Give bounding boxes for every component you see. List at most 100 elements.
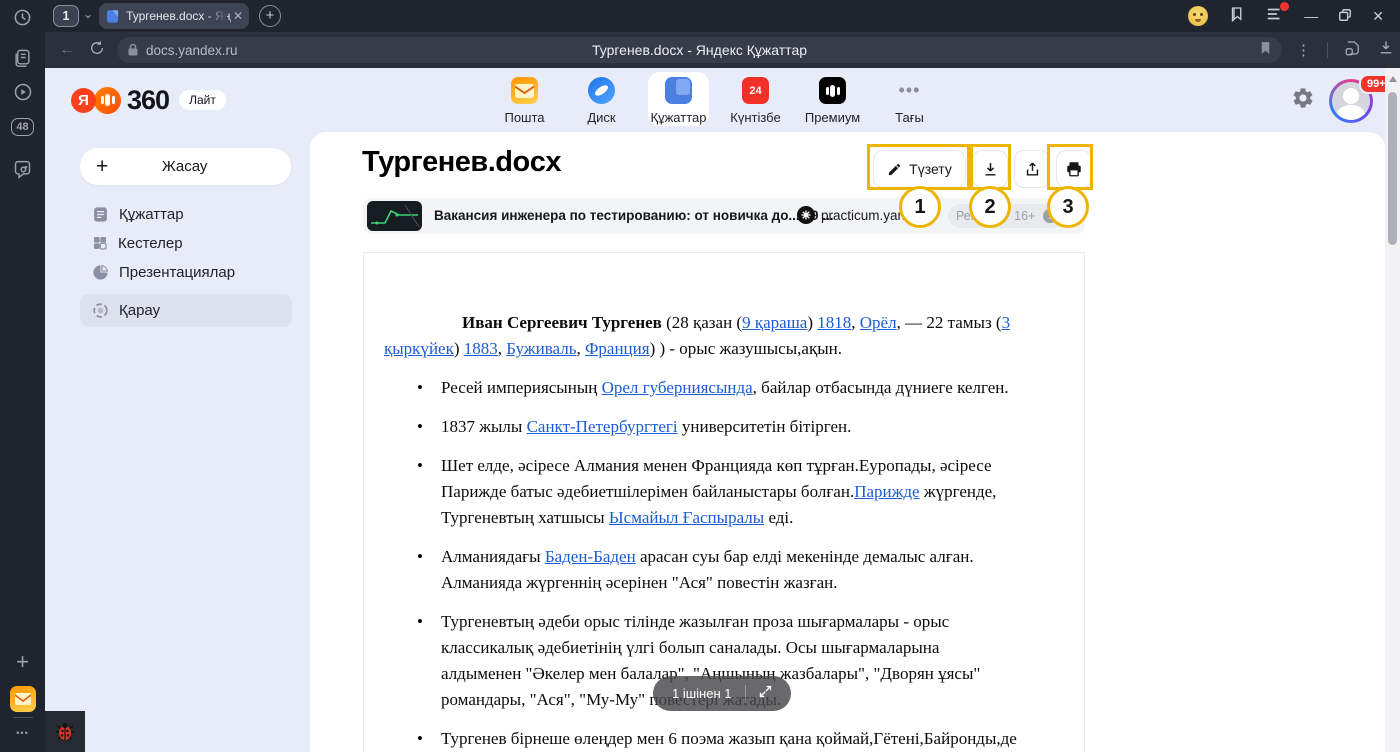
bullet-item: •Шет елде, әсіресе Алмания менен Франция…: [384, 453, 1022, 531]
rail-plus-icon[interactable]: +: [0, 650, 45, 674]
notification-dot: [1280, 2, 1289, 11]
active-tab[interactable]: Тургенев.docx - Яндекс ✕: [99, 3, 249, 29]
minimize-button[interactable]: —: [1304, 8, 1318, 24]
bullet-item: •1837 жылы Санкт-Петербургтегі университ…: [384, 414, 1022, 440]
premium-icon: [819, 77, 846, 104]
history-icon[interactable]: [0, 5, 45, 29]
sidebar-item-presentations[interactable]: Презентациялар: [80, 257, 292, 287]
document-link[interactable]: Баден-Баден: [545, 547, 636, 566]
urlbar-kebab-icon[interactable]: ⋮: [1296, 41, 1311, 59]
360-logo-icon: [94, 87, 121, 114]
tab-favicon: [105, 9, 120, 24]
document-title: Тургенев.docx: [362, 146, 561, 179]
bullet-text: Ресей империясының Орел губерниясында, б…: [441, 378, 1009, 397]
reload-icon[interactable]: [89, 40, 105, 61]
tab-group-button[interactable]: 1: [53, 5, 79, 27]
nav-item-calendar[interactable]: 24 Күнтізбе: [717, 72, 794, 128]
settings-gear-icon[interactable]: [1291, 86, 1315, 115]
document-link[interactable]: Буживаль: [506, 339, 576, 358]
bullet-item: • Алманиядағы Баден-Баден арасан суы бар …: [384, 544, 1022, 596]
more-icon: •••: [896, 77, 923, 104]
sidebar-item-browse[interactable]: Қарау: [80, 294, 292, 327]
page-scrollbar[interactable]: [1385, 68, 1400, 752]
nav-item-docs[interactable]: Құжаттар: [640, 72, 717, 128]
bug-overlay[interactable]: [45, 711, 85, 752]
tab-group-chevron-icon[interactable]: ⌄: [83, 7, 93, 21]
app-header-nav: Пошта Диск Құжаттар 24 Күнтізбе Премиум: [486, 72, 948, 128]
documents-icon: [665, 77, 692, 104]
document-link[interactable]: 1883: [464, 339, 498, 358]
close-window-button[interactable]: ✕: [1372, 8, 1384, 25]
nav-item-premium[interactable]: Премиум: [794, 72, 871, 128]
document-link[interactable]: Парижде: [854, 482, 919, 501]
bullet-marker: •: [417, 609, 423, 635]
document-text: ,: [851, 313, 860, 332]
collections-icon[interactable]: [0, 45, 45, 69]
badge-48-icon[interactable]: 48: [0, 115, 45, 139]
document-text: Тургенев бірнеше өлеңдер мен 6 поэма жаз…: [441, 729, 1017, 752]
browser-profile-avatar[interactable]: [1188, 6, 1208, 26]
document-icon: [92, 206, 109, 223]
share-button[interactable]: [1014, 150, 1050, 188]
bookmarks-icon[interactable]: [1228, 5, 1246, 28]
bullet-marker: •: [417, 726, 423, 752]
document-link[interactable]: Орёл: [860, 313, 897, 332]
bullet-marker: •: [417, 453, 423, 479]
sidebar-item-documents[interactable]: Құжаттар: [80, 199, 292, 229]
tab-title-fade: [205, 3, 227, 29]
yandex-mail-app-icon[interactable]: [0, 685, 45, 713]
sidebar-item-tables[interactable]: Кестелер: [80, 228, 292, 258]
bookmark-star-icon[interactable]: [1259, 41, 1272, 60]
document-link[interactable]: 9 қараша: [742, 313, 807, 332]
annotation-label-3: 3: [1047, 186, 1089, 228]
document-link[interactable]: 1818: [817, 313, 851, 332]
video-chat-icon[interactable]: [0, 156, 45, 182]
document-text: (28 қазан (: [662, 313, 742, 332]
document-text: ,: [576, 339, 585, 358]
document-text: ): [454, 339, 464, 358]
logo-lite-badge: Лайт: [179, 90, 226, 110]
mail-icon: [511, 77, 538, 104]
scrollbar-thumb[interactable]: [1388, 92, 1397, 245]
bullet-text: Алманиядағы Баден-Баден арасан суы бар е…: [441, 547, 974, 592]
share-icon: [1024, 161, 1041, 178]
document-link[interactable]: Ысмайыл Ғаспыралы: [609, 508, 764, 527]
document-text: Алманиядағы: [441, 547, 545, 566]
annotation-box-2: [970, 144, 1011, 190]
globe-icon: [92, 302, 109, 319]
document-text: Ресей империясының: [441, 378, 602, 397]
new-tab-button[interactable]: +: [259, 5, 281, 27]
url-field[interactable]: docs.yandex.ru Тургенев.docx - Яндекс Құ…: [117, 37, 1282, 63]
downloads-icon[interactable]: [1378, 39, 1394, 61]
page-indicator[interactable]: 1 ішінен 1: [653, 676, 791, 711]
fullscreen-icon[interactable]: [758, 684, 773, 704]
document-intro: Иван Сергеевич Тургенев (28 қазан (9 қар…: [384, 310, 1022, 362]
main-content-panel: Тургенев.docx Түзету: [310, 132, 1385, 752]
nav-item-more[interactable]: ••• Тағы: [871, 72, 948, 128]
bullet-marker: •: [417, 544, 423, 570]
document-link[interactable]: Франция: [585, 339, 650, 358]
page-indicator-divider: [745, 685, 746, 703]
document-link[interactable]: Орел губерниясында: [602, 378, 753, 397]
rail-more-icon[interactable]: •••: [0, 723, 45, 743]
nav-item-mail[interactable]: Пошта: [486, 72, 563, 128]
document-link[interactable]: Санкт-Петербургтегі: [527, 417, 678, 436]
restore-button[interactable]: [1338, 8, 1352, 25]
yandex-360-app: Я 360 Лайт Пошта Диск Құжаттар: [45, 68, 1400, 752]
bullet-marker: •: [417, 375, 423, 401]
yandex-360-logo[interactable]: Я 360 Лайт: [71, 86, 226, 114]
extensions-icon[interactable]: [1344, 39, 1362, 62]
grid-icon: [92, 235, 108, 251]
urlbar-divider: [1327, 42, 1328, 58]
browser-menu-icon[interactable]: [1266, 6, 1284, 27]
annotation-label-1: 1: [899, 186, 941, 228]
create-button[interactable]: + Жасау: [80, 148, 291, 185]
back-icon[interactable]: ←: [59, 41, 75, 59]
document-text: , байлар отбасында дүниеге келген.: [753, 378, 1009, 397]
play-icon[interactable]: [0, 80, 45, 104]
nav-item-disk[interactable]: Диск: [563, 72, 640, 128]
scroll-up-arrow[interactable]: [1389, 76, 1397, 82]
tab-close-icon[interactable]: ✕: [233, 9, 243, 23]
bullet-text: 1837 жылы Санкт-Петербургтегі университе…: [441, 417, 851, 436]
ad-title: Вакансия инженера по тестированию: от но…: [434, 208, 833, 223]
